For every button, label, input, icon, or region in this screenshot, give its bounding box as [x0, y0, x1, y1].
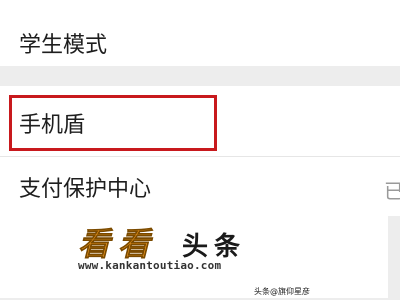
watermark-url: www.kankantoutiao.com — [78, 259, 222, 272]
payment-protection-status: 已 — [384, 179, 400, 203]
watermark-logo-char-4: 条 — [214, 232, 241, 262]
corner-watermark: 头条@旗仰星彦 — [254, 287, 310, 296]
payment-protection-label: 支付保护中心 — [19, 177, 152, 202]
settings-row-payment-protection[interactable]: 支付保护中心 已 — [0, 156, 400, 216]
watermark-logo-char-1: 看 — [78, 225, 114, 263]
watermark-logo: 看 看 头 条 — [78, 225, 241, 263]
settings-row-student-mode[interactable]: 学生模式 — [0, 0, 400, 66]
student-mode-label: 学生模式 — [19, 33, 108, 58]
screenshot: 学生模式 手机盾 支付保护中心 已 看 看 头 条 www.kankantout… — [0, 0, 400, 300]
watermark-logo-char-2: 看 — [118, 225, 154, 263]
highlight-box — [9, 95, 217, 151]
watermark-logo-char-3: 头 — [182, 232, 208, 262]
